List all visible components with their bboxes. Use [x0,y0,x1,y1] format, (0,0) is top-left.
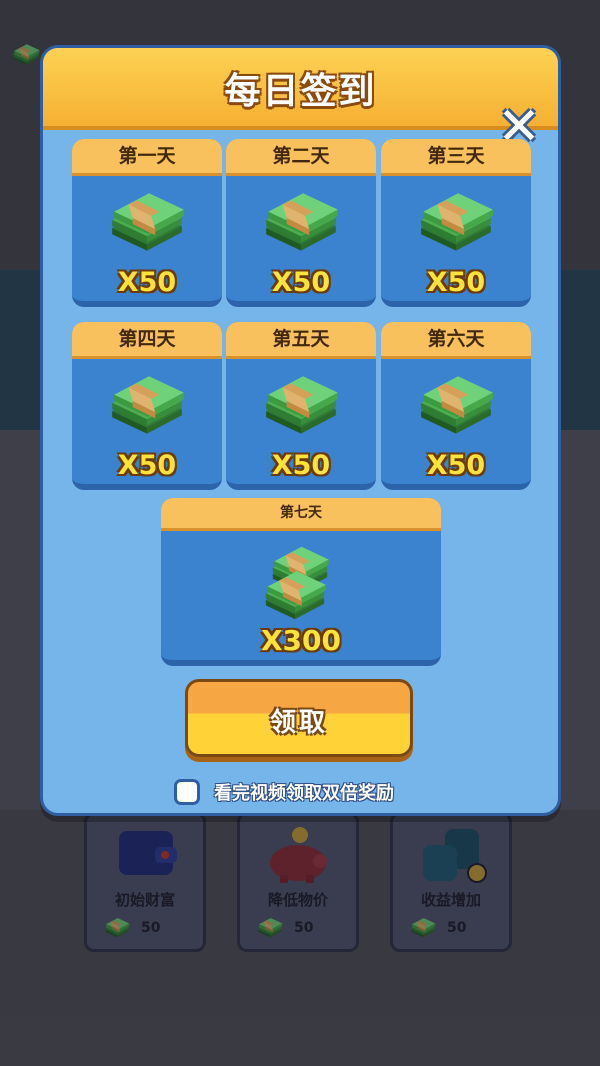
cash-stack-icon [112,376,184,434]
reward-amount: X50 [117,267,177,298]
day-card-7[interactable]: 第七天 X300 [161,498,441,666]
cash-stack-icon [112,193,184,251]
day-label: 第一天 [72,139,222,176]
reward-amount: X50 [426,267,486,298]
day-label: 第五天 [226,322,376,359]
day-label: 第四天 [72,322,222,359]
day-card-6[interactable]: 第六天 X50 [381,322,531,490]
reward-amount: X50 [426,450,486,481]
reward-amount: X50 [271,267,331,298]
day-card-1[interactable]: 第一天 X50 [72,139,222,307]
day-card-2[interactable]: 第二天 X50 [226,139,376,307]
reward-amount: X300 [260,624,342,657]
reward-amount: X50 [117,450,177,481]
dialog-header: 每日签到 [43,48,558,130]
double-reward-option[interactable]: 看完视频领取双倍奖励 [174,776,394,808]
double-reward-label[interactable]: 看完视频领取双倍奖励 [214,779,394,805]
claim-button[interactable]: 领取 [185,679,413,757]
day-card-3[interactable]: 第三天 X50 [381,139,531,307]
cash-pile-icon [265,546,329,620]
cash-stack-icon [421,376,493,434]
day-label: 第二天 [226,139,376,176]
day-label: 第六天 [381,322,531,359]
day-card-4[interactable]: 第四天 X50 [72,322,222,490]
day-card-5[interactable]: 第五天 X50 [226,322,376,490]
cash-stack-icon [421,193,493,251]
double-reward-checkbox[interactable] [174,779,200,805]
cash-stack-icon [266,376,338,434]
reward-amount: X50 [271,450,331,481]
day-label: 第三天 [381,139,531,176]
dialog-title: 每日签到 [224,71,377,112]
claim-button-label: 领取 [269,708,328,738]
cash-stack-icon [266,193,338,251]
day-label: 第七天 [161,498,441,531]
